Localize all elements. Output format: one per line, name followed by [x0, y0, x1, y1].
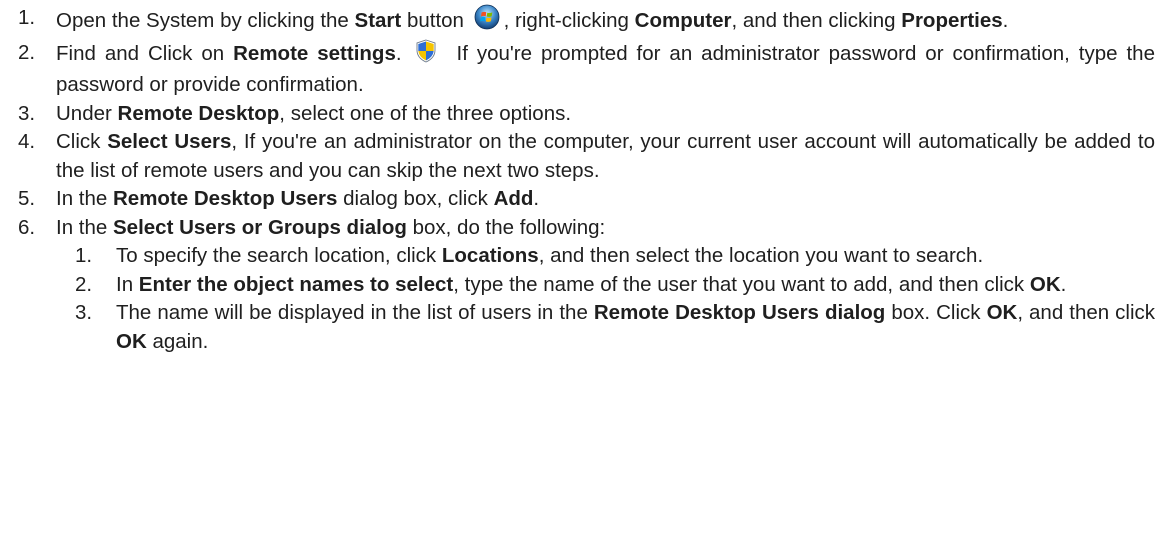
substeps-list: 1. To specify the search location, click…	[0, 242, 1155, 356]
text-run: box. Click	[885, 301, 987, 324]
step-number: 2.	[18, 40, 36, 64]
list-item: 1. Open the System by clicking the Start…	[0, 4, 1155, 39]
text-run: .	[1060, 272, 1067, 296]
substep-number: 3.	[75, 301, 93, 324]
list-item: 3. The name will be displayed in the lis…	[62, 299, 1155, 356]
bold-remote-desktop: Remote Desktop	[117, 101, 280, 125]
text-run: , and then click	[1017, 301, 1156, 324]
bold-remote-desktop-users: Remote Desktop Users	[113, 187, 338, 210]
bold-remote-desktop-users-dialog: Remote Desktop Users dialog	[593, 301, 886, 324]
text-run: .	[533, 187, 540, 210]
text-run: Find and Click on	[56, 41, 234, 65]
text-run: .	[395, 41, 411, 65]
list-item: 2. In Enter the object names to select, …	[62, 271, 1155, 300]
bold-ok: OK	[986, 301, 1018, 324]
step-text: Find and Click on Remote settings. If yo…	[56, 39, 1155, 100]
text-run: To specify the search location, click	[116, 244, 442, 267]
instructions-page: 1. Open the System by clicking the Start…	[0, 0, 1163, 546]
text-run: Under	[56, 101, 118, 125]
text-run: Click	[56, 130, 108, 153]
step-text: Under Remote Desktop, select one of the …	[56, 100, 1155, 129]
step-text: In the Remote Desktop Users dialog box, …	[56, 185, 1155, 214]
text-run: button	[401, 9, 470, 32]
list-item: 3. Under Remote Desktop, select one of t…	[0, 100, 1155, 129]
list-item: 6. In the Select Users or Groups dialog …	[0, 214, 1155, 243]
text-run: again.	[146, 329, 209, 353]
substep-text: To specify the search location, click Lo…	[116, 242, 1155, 271]
step-number: 1.	[18, 6, 36, 29]
step-text: Click Select Users, If you're an adminis…	[56, 128, 1155, 185]
step-number: 3.	[18, 101, 36, 125]
bold-locations: Locations	[441, 244, 539, 267]
substep-text: In Enter the object names to select, typ…	[116, 271, 1155, 300]
windows-start-orb-icon	[474, 4, 500, 39]
bold-add: Add	[493, 187, 534, 210]
text-run: In the	[56, 215, 113, 239]
step-number: 5.	[18, 187, 36, 210]
bold-ok: OK	[116, 329, 147, 353]
list-item: 5. In the Remote Desktop Users dialog bo…	[0, 185, 1155, 214]
bold-start: Start	[354, 9, 402, 32]
list-item: 2. Find and Click on Remote settings. If…	[0, 39, 1155, 100]
step-number: 4.	[18, 130, 36, 153]
uac-shield-icon	[415, 39, 437, 72]
text-run: Open the System by clicking the	[56, 9, 355, 32]
step-text: Open the System by clicking the Start bu…	[56, 4, 1155, 39]
text-run: , and then clicking	[731, 9, 902, 32]
steps-list: 1. Open the System by clicking the Start…	[0, 4, 1155, 242]
text-run: , type the name of the user that you wan…	[453, 272, 1030, 296]
text-run: , select one of the three options.	[279, 101, 572, 125]
text-run: In the	[56, 187, 113, 210]
substep-text: The name will be displayed in the list o…	[116, 299, 1155, 356]
text-run: The name will be displayed in the list o…	[116, 301, 594, 324]
step-text: In the Select Users or Groups dialog box…	[56, 214, 1155, 243]
text-run: , and then select the location you want …	[538, 244, 984, 267]
bold-computer: Computer	[634, 9, 732, 32]
bold-remote-settings: Remote settings	[233, 41, 396, 65]
text-run: .	[1002, 9, 1009, 32]
bold-properties: Properties	[901, 9, 1003, 32]
list-item: 1. To specify the search location, click…	[62, 242, 1155, 271]
bold-select-users-or-groups: Select Users or Groups dialog	[113, 215, 407, 239]
text-run: box, do the following:	[406, 215, 606, 239]
text-run: , right-clicking	[503, 9, 635, 32]
bold-select-users: Select Users	[107, 130, 232, 153]
substep-number: 1.	[75, 244, 93, 267]
bold-enter-object-names: Enter the object names to select	[138, 272, 454, 296]
bold-ok: OK	[1029, 272, 1061, 296]
list-item: 4. Click Select Users, If you're an admi…	[0, 128, 1155, 185]
substep-number: 2.	[75, 272, 93, 296]
text-run: dialog box, click	[337, 187, 494, 210]
text-run: In	[116, 272, 139, 296]
step-number: 6.	[18, 215, 36, 239]
